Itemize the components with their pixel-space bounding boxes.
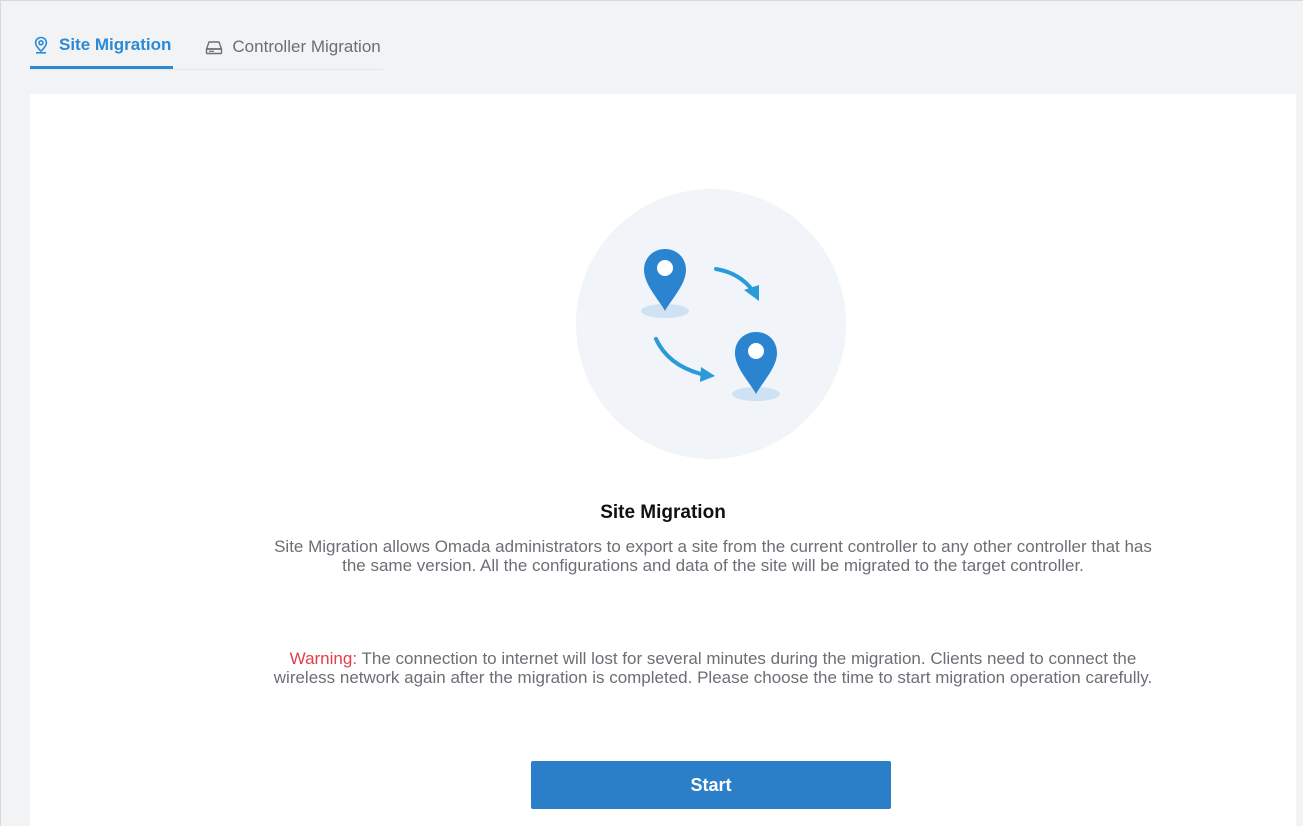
page-frame: Site Migration Controller Migration Site… [0, 0, 1303, 827]
description-text: Site Migration allows Omada administrato… [274, 537, 1152, 575]
tab-controller-migration[interactable]: Controller Migration [203, 27, 382, 66]
page-title: Site Migration [600, 502, 726, 523]
tab-site-migration[interactable]: Site Migration [30, 27, 174, 69]
warning-label: Warning: [289, 649, 358, 668]
content-panel: Site Migration Site Migration allows Oma… [30, 94, 1296, 827]
warning-text: The connection to internet will lost for… [273, 649, 1153, 687]
tab-controller-migration-label: Controller Migration [232, 36, 381, 56]
warning-message: Warning: The connection to internet will… [263, 649, 1163, 687]
location-pin-icon [32, 36, 50, 54]
site-migration-illustration [576, 189, 846, 459]
start-button[interactable]: Start [531, 761, 891, 809]
controller-device-icon [205, 38, 223, 56]
migration-tabs: Site Migration Controller Migration [30, 27, 383, 70]
tab-site-migration-label: Site Migration [59, 35, 172, 54]
